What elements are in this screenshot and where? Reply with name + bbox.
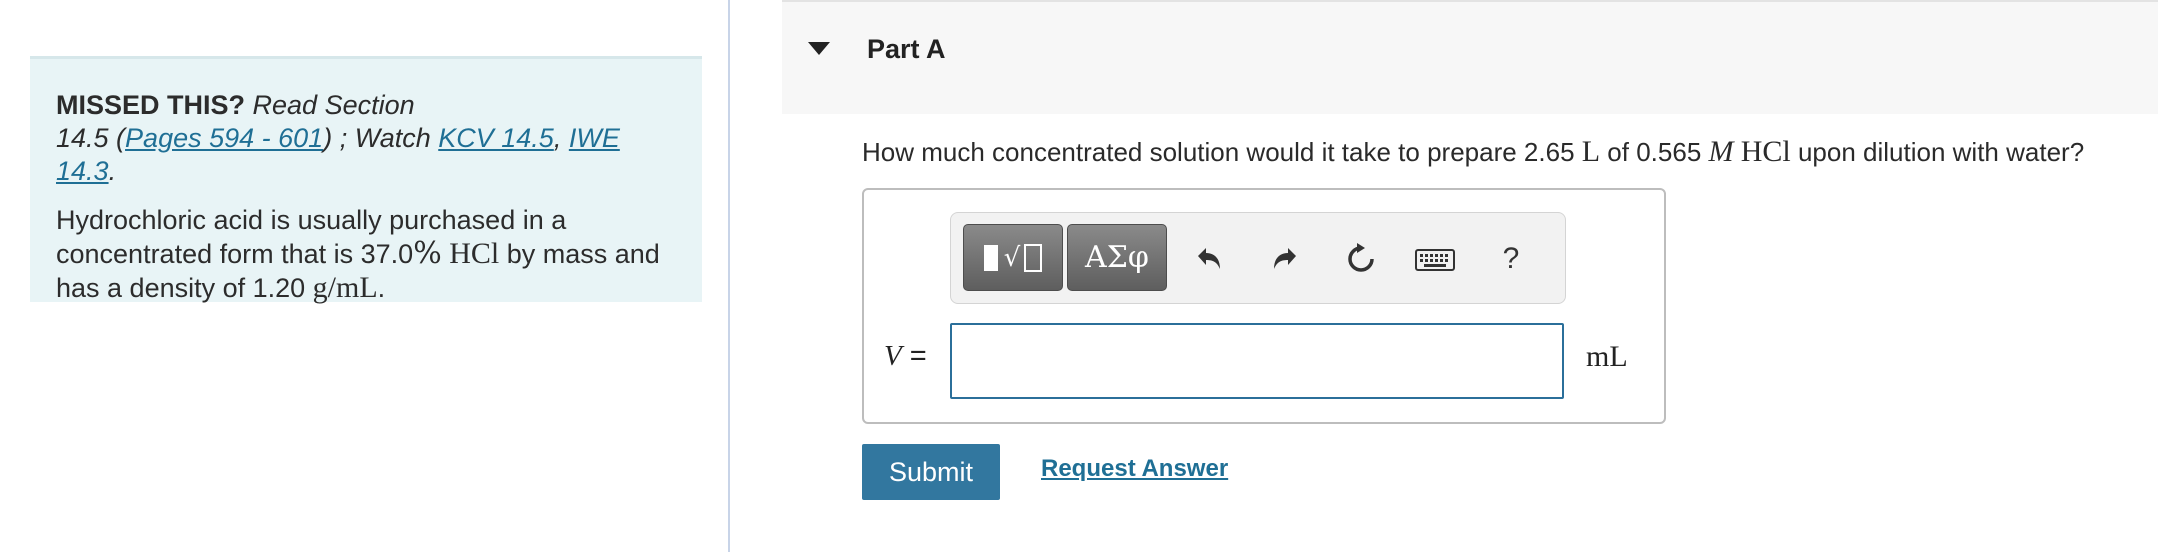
math-toolbar: √ ΑΣφ ? <box>950 212 1566 304</box>
question-part-2: of 0.565 <box>1600 137 1709 167</box>
kcv-link[interactable]: KCV 14.5 <box>438 123 554 153</box>
hcl-formula: HCl <box>449 237 500 270</box>
missed-this-panel: MISSED THIS? Read Section 14.5 (Pages 59… <box>30 56 702 305</box>
template-box-icon <box>1024 243 1043 272</box>
redo-icon[interactable] <box>1265 237 1305 281</box>
symbols-button[interactable]: ΑΣφ <box>1067 224 1167 291</box>
answer-unit: mL <box>1586 340 1628 373</box>
variable-label: V = <box>884 340 927 373</box>
missed-this-heading: MISSED THIS? Read Section 14.5 (Pages 59… <box>56 89 676 188</box>
density-unit: g/mL <box>312 271 378 304</box>
pages-link[interactable]: Pages 594 - 601 <box>125 123 323 153</box>
answer-input[interactable] <box>950 323 1564 399</box>
help-button[interactable]: ? <box>1491 237 1531 281</box>
templates-button[interactable]: √ <box>963 224 1063 291</box>
missed-this-title: MISSED THIS? <box>56 90 246 120</box>
equals-sign: = <box>901 340 927 372</box>
question-part-3: upon dilution with water? <box>1790 137 2085 167</box>
description-end: . <box>377 273 386 303</box>
template-block-icon <box>983 244 998 271</box>
reset-icon[interactable] <box>1341 237 1381 281</box>
submit-button[interactable]: Submit <box>862 444 1000 500</box>
variable-symbol: V <box>884 340 902 372</box>
keyboard-icon[interactable] <box>1411 237 1459 281</box>
undo-icon[interactable] <box>1189 237 1229 281</box>
question-unit-m: M <box>1708 135 1734 168</box>
problem-description: Hydrochloric acid is usually purchased i… <box>56 204 676 305</box>
request-answer-link[interactable]: Request Answer <box>1041 455 1228 483</box>
panel-divider <box>728 0 730 552</box>
part-header[interactable]: Part A <box>782 0 2158 114</box>
section-number: 14.5 ( <box>56 123 126 153</box>
question-species: HCl <box>1740 135 1791 168</box>
answer-box: √ ΑΣφ ? V = mL <box>862 188 1666 424</box>
sqrt-icon: √ <box>1003 242 1021 273</box>
question-unit-l: L <box>1581 135 1601 168</box>
period-text: . <box>108 156 117 186</box>
comma-text: , <box>553 123 569 153</box>
question-text: How much concentrated solution would it … <box>862 135 2084 169</box>
watch-text: ) ; Watch <box>323 123 439 153</box>
percent-symbol: % <box>413 236 442 271</box>
question-part-1: How much concentrated solution would it … <box>862 137 1582 167</box>
read-section-text: Read Section <box>252 90 415 120</box>
part-title: Part A <box>867 34 946 64</box>
collapse-caret-icon[interactable] <box>808 42 830 55</box>
